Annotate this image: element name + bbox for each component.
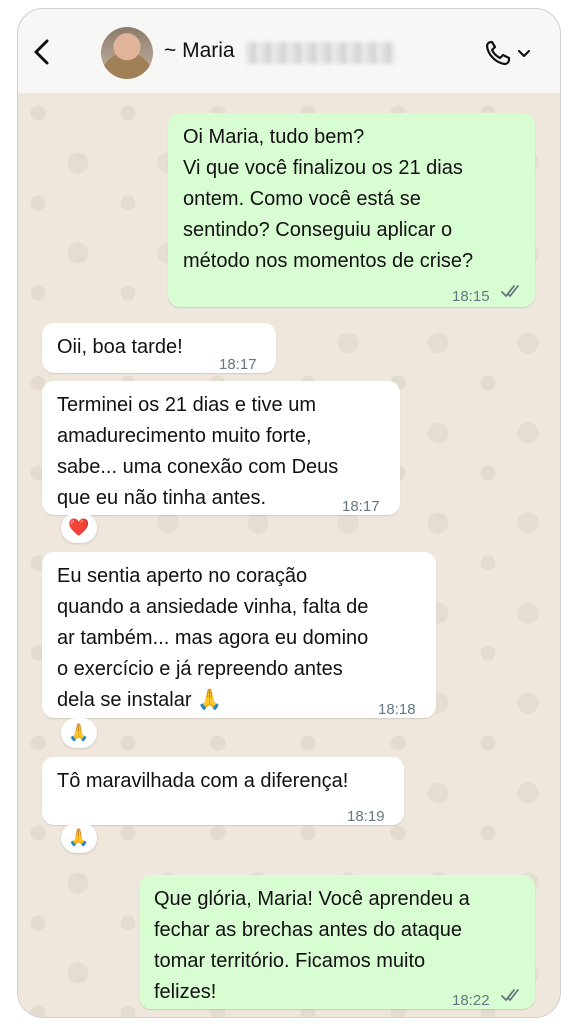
message-time: 18:18 bbox=[378, 701, 416, 718]
back-button[interactable] bbox=[28, 37, 56, 67]
message-time: 18:22 bbox=[452, 992, 490, 1009]
message-text: Eu sentia aperto no coração quando a ans… bbox=[57, 565, 369, 711]
message-text: Oii, boa tarde! bbox=[57, 336, 183, 358]
message-time: 18:15 bbox=[452, 288, 490, 305]
message-time: 18:17 bbox=[342, 498, 380, 515]
message-incoming[interactable]: Terminei os 21 dias e tive um amadurecim… bbox=[42, 381, 400, 515]
phone-icon bbox=[485, 40, 511, 66]
message-text: Terminei os 21 dias e tive um amadurecim… bbox=[57, 394, 339, 509]
double-check-icon bbox=[501, 989, 519, 1002]
message-time: 18:19 bbox=[347, 808, 385, 825]
blurred-name bbox=[246, 42, 396, 64]
call-button[interactable] bbox=[484, 39, 534, 67]
message-text: Que glória, Maria! Você aprendeu a fecha… bbox=[154, 888, 470, 1003]
reaction-heart[interactable]: ❤️ bbox=[61, 513, 97, 543]
message-incoming[interactable]: Eu sentia aperto no coração quando a ans… bbox=[42, 552, 436, 718]
chat-area[interactable]: Oi Maria, tudo bem? Vi que você finalizo… bbox=[18, 93, 560, 1017]
message-outgoing[interactable]: Oi Maria, tudo bem? Vi que você finalizo… bbox=[168, 113, 535, 307]
chevron-down-icon bbox=[517, 49, 531, 58]
phone-frame: ~ Maria Oi Maria, tudo bem? Vi que você … bbox=[17, 8, 561, 1018]
chat-header: ~ Maria bbox=[18, 9, 560, 93]
message-incoming[interactable]: Oii, boa tarde! 18:17 bbox=[42, 323, 276, 373]
contact-name[interactable]: ~ Maria bbox=[164, 39, 235, 63]
message-outgoing[interactable]: Que glória, Maria! Você aprendeu a fecha… bbox=[139, 875, 535, 1009]
reaction-pray[interactable]: 🙏 bbox=[61, 823, 97, 853]
double-check-icon bbox=[501, 285, 519, 298]
back-arrow-icon bbox=[34, 39, 49, 65]
message-text: Tô maravilhada com a diferença! bbox=[57, 770, 349, 792]
avatar[interactable] bbox=[101, 27, 153, 79]
message-text: Oi Maria, tudo bem? Vi que você finalizo… bbox=[183, 126, 474, 272]
message-time: 18:17 bbox=[219, 356, 257, 373]
reaction-pray[interactable]: 🙏 bbox=[61, 718, 97, 748]
message-incoming[interactable]: Tô maravilhada com a diferença! 18:19 bbox=[42, 757, 404, 825]
